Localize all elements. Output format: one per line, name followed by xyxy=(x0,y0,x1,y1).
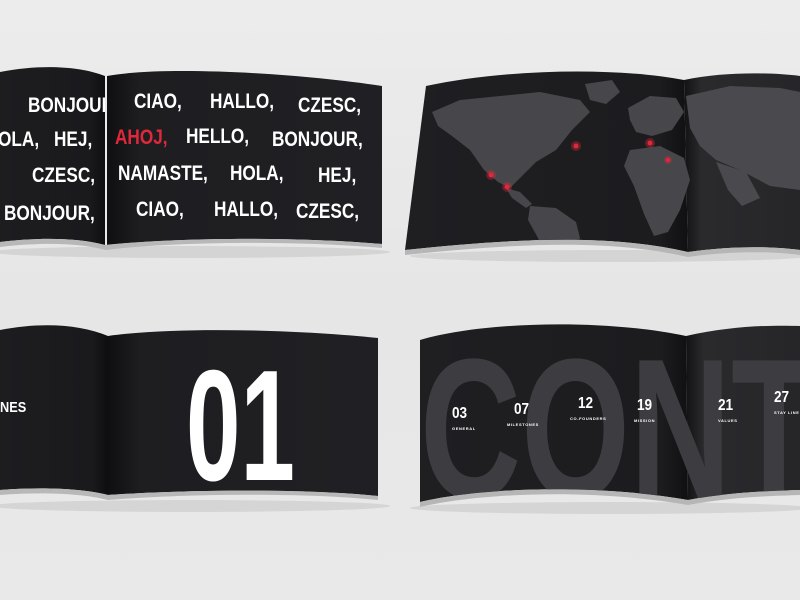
greeting-word: CZESC, xyxy=(298,95,361,118)
brochure-mockup-scene: BONJOUR, OLA, HEJ, CZESC, BONJOUR, CIAO,… xyxy=(0,67,800,514)
location-marker xyxy=(647,140,653,146)
chapter-brochure: NES 01 xyxy=(0,325,390,514)
greeting-word: HOLA, xyxy=(230,163,284,186)
contents-page-number: 03 xyxy=(452,405,467,422)
contents-section-label: MISSION xyxy=(634,418,655,423)
contents-section-label: VALUES xyxy=(718,418,738,423)
greeting-word: HALLO, xyxy=(214,199,278,222)
greeting-word: CIAO, xyxy=(134,91,182,114)
contents-page-number: 07 xyxy=(514,401,529,418)
map-brochure xyxy=(405,71,800,262)
contents-page-number: 27 xyxy=(774,389,789,406)
greeting-word: HEJ, xyxy=(54,129,92,152)
contents-entry: 19 MISSION xyxy=(634,397,655,423)
greeting-word: CZESC, xyxy=(32,165,95,188)
greeting-word-highlight: AHOJ, xyxy=(115,127,168,150)
location-marker xyxy=(666,158,670,162)
greeting-word: BONJOUR, xyxy=(4,203,95,226)
location-marker xyxy=(573,143,579,149)
location-marker xyxy=(488,172,494,178)
greeting-word: BONJOUR, xyxy=(272,129,363,152)
greetings-brochure: BONJOUR, OLA, HEJ, CZESC, BONJOUR, CIAO,… xyxy=(0,67,390,258)
location-marker xyxy=(504,184,510,190)
contents-brochure: CONTEN 03 GENERAL 07 MILESTONES 12 CO-FO… xyxy=(410,324,800,514)
contents-page-number: 12 xyxy=(578,395,593,412)
contents-page-number: 21 xyxy=(718,397,733,414)
greeting-word: CIAO, xyxy=(136,199,184,222)
greeting-word: BONJOUR, xyxy=(28,95,119,118)
contents-section-label: MILESTONES xyxy=(507,422,539,427)
contents-section-label: GENERAL xyxy=(452,426,476,431)
greeting-word: OLA, xyxy=(0,129,39,152)
greeting-word: HEJ, xyxy=(318,165,356,188)
greeting-word: NAMASTE, xyxy=(118,163,208,186)
contents-section-label: STAY LINE xyxy=(774,410,800,415)
greeting-word: HALLO, xyxy=(210,91,274,114)
greeting-word: CZESC, xyxy=(296,201,359,224)
chapter-title-fragment: NES xyxy=(0,398,26,415)
contents-page-number: 19 xyxy=(637,397,652,414)
greeting-word: HELLO, xyxy=(186,126,249,149)
contents-section-label: CO-FOUNDERS xyxy=(570,416,606,421)
chapter-number: 01 xyxy=(186,337,295,514)
